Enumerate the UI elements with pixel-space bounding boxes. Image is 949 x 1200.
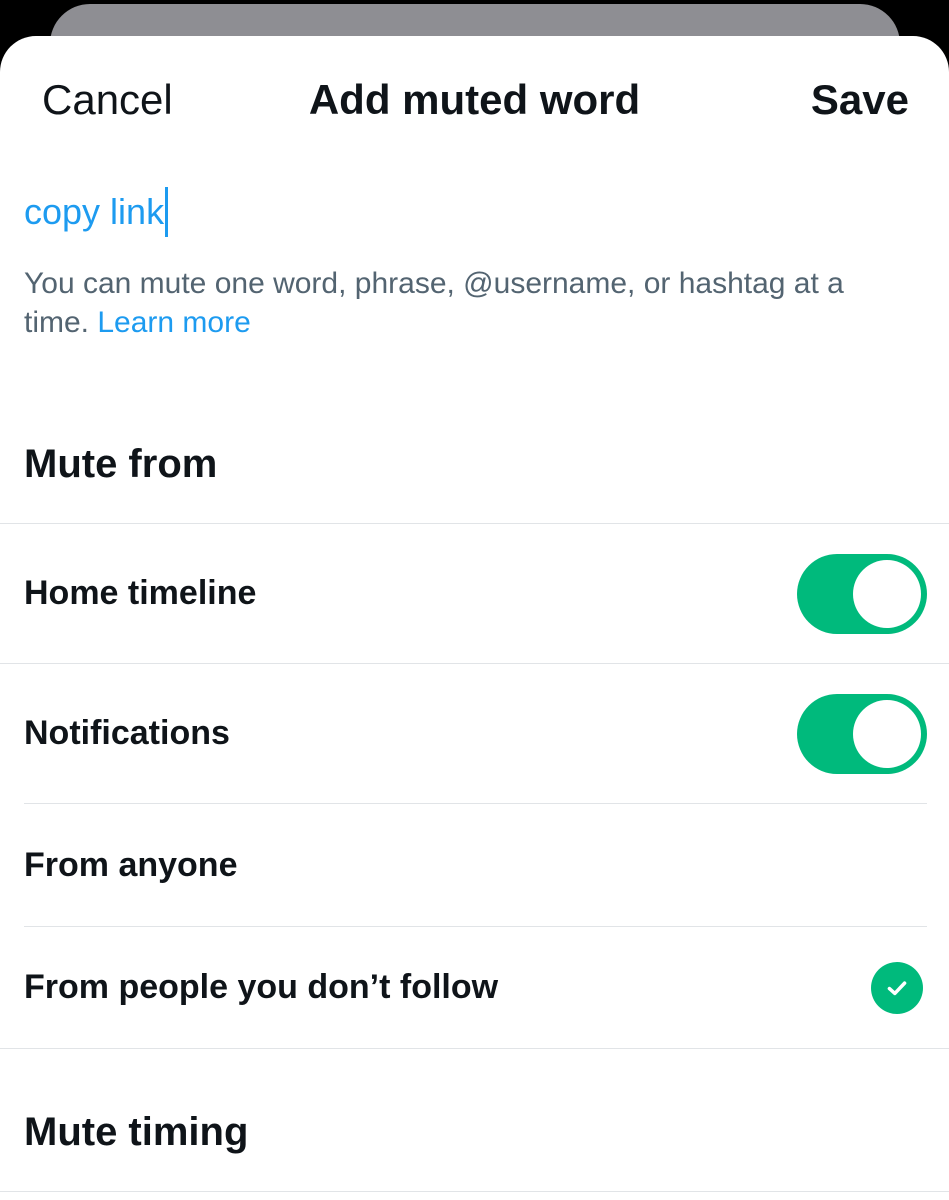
save-button[interactable]: Save bbox=[811, 76, 909, 124]
mute-timing-heading: Mute timing bbox=[24, 1110, 249, 1154]
notifications-toggle[interactable] bbox=[797, 693, 927, 774]
mute-from-heading: Mute from bbox=[24, 442, 218, 486]
from-people-you-dont-follow-row[interactable]: From people you don’t follow bbox=[0, 927, 949, 1048]
text-caret bbox=[165, 187, 169, 237]
divider bbox=[0, 1048, 949, 1049]
from-anyone-row[interactable]: From anyone bbox=[0, 804, 949, 926]
checkmark-icon bbox=[871, 961, 923, 1014]
divider bbox=[0, 1191, 949, 1192]
from-people-you-dont-follow-label: From people you don’t follow bbox=[24, 968, 499, 1006]
home-timeline-toggle[interactable] bbox=[797, 553, 927, 634]
learn-more-link[interactable]: Learn more bbox=[97, 306, 250, 339]
notifications-label: Notifications bbox=[24, 714, 230, 752]
navigation-bar: Cancel Add muted word Save bbox=[0, 36, 949, 164]
home-timeline-label: Home timeline bbox=[24, 574, 257, 612]
add-muted-word-sheet: Cancel Add muted word Save copy link You… bbox=[0, 36, 949, 1200]
toggle-knob bbox=[853, 699, 921, 768]
toggle-knob bbox=[853, 559, 921, 628]
hint-text: You can mute one word, phrase, @username… bbox=[24, 264, 904, 342]
notifications-row[interactable]: Notifications bbox=[0, 664, 949, 803]
page-title: Add muted word bbox=[308, 76, 641, 123]
from-anyone-label: From anyone bbox=[24, 845, 238, 884]
muted-word-value: copy link bbox=[24, 191, 165, 232]
muted-word-input[interactable]: copy link bbox=[24, 186, 169, 238]
home-timeline-row[interactable]: Home timeline bbox=[0, 524, 949, 663]
